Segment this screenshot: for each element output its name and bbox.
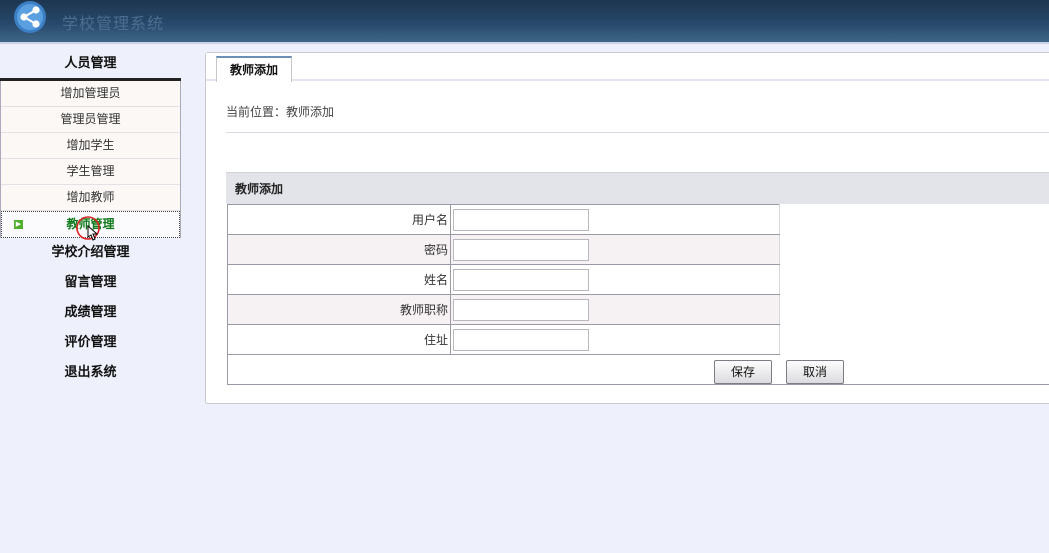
teacher-title-field[interactable]: [453, 298, 589, 321]
share-logo-icon: [14, 1, 46, 33]
sidebar-section-grades[interactable]: 成绩管理: [0, 298, 181, 328]
personnel-submenu: 增加管理员 管理员管理 增加学生 学生管理 增加教师 ▶ 教师管理: [0, 81, 181, 238]
top-banner: 学校管理系统: [0, 0, 1049, 44]
divider: [226, 132, 1049, 133]
form-title: 教师添加: [226, 172, 1049, 204]
app-title: 学校管理系统: [62, 14, 165, 33]
password-label: 密码: [227, 234, 451, 265]
cancel-button[interactable]: 取消: [786, 360, 844, 384]
form-row-address: 住址: [227, 324, 780, 355]
hand-cursor-icon: [76, 216, 100, 241]
sidebar-item-add-admin[interactable]: 增加管理员: [1, 81, 180, 107]
form-row-password: 密码: [227, 234, 780, 265]
save-button[interactable]: 保存: [714, 360, 772, 384]
sidebar-item-student-manage[interactable]: 学生管理: [1, 159, 180, 185]
sidebar-section-logout[interactable]: 退出系统: [0, 358, 181, 388]
form-row-title: 教师职称: [227, 294, 780, 325]
name-label: 姓名: [227, 264, 451, 295]
sidebar-item-add-student[interactable]: 增加学生: [1, 133, 180, 159]
main-panel: 教师添加 当前位置：教师添加 教师添加 用户名 密码 姓名 教师职称 住址 保存…: [205, 52, 1049, 404]
name-field[interactable]: [453, 268, 589, 291]
password-field[interactable]: [453, 238, 589, 261]
teacher-form: 用户名 密码 姓名 教师职称 住址: [227, 204, 780, 355]
tab-bar: 教师添加: [206, 53, 1049, 82]
sidebar-section-personnel[interactable]: 人员管理: [0, 50, 181, 81]
arrow-right-icon: ▶: [14, 220, 23, 229]
teacher-title-label: 教师职称: [227, 294, 451, 325]
form-actions: 保存 取消: [227, 353, 1049, 385]
form-row-username: 用户名: [227, 204, 780, 235]
tab-teacher-add[interactable]: 教师添加: [216, 56, 293, 82]
username-field[interactable]: [453, 208, 589, 231]
sidebar-item-admin-manage[interactable]: 管理员管理: [1, 107, 180, 133]
sidebar-item-add-teacher[interactable]: 增加教师: [1, 185, 180, 211]
form-row-name: 姓名: [227, 264, 780, 295]
sidebar-section-evaluation[interactable]: 评价管理: [0, 328, 181, 358]
address-field[interactable]: [453, 328, 589, 351]
sidebar-section-messages[interactable]: 留言管理: [0, 268, 181, 298]
breadcrumb: 当前位置：教师添加: [226, 105, 335, 119]
address-label: 住址: [227, 324, 451, 355]
username-label: 用户名: [227, 204, 451, 235]
